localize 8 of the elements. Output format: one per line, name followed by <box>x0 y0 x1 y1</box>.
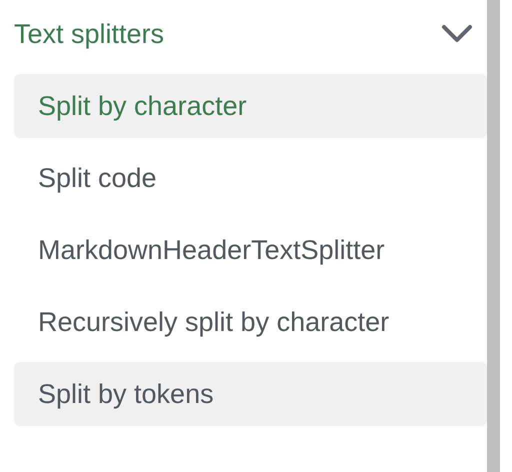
sidebar-item[interactable]: Recursively split by character <box>14 290 487 354</box>
sidebar-item[interactable]: Split by tokens <box>14 362 487 426</box>
sidebar-item[interactable]: Split code <box>14 146 487 210</box>
chevron-icon[interactable] <box>441 24 473 44</box>
sidebar-item[interactable]: MarkdownHeaderTextSplitter <box>14 218 487 282</box>
sidebar-item[interactable]: Split by character <box>14 74 487 138</box>
scrollbar[interactable] <box>487 0 500 472</box>
section-title[interactable]: Text splitters <box>14 14 164 54</box>
